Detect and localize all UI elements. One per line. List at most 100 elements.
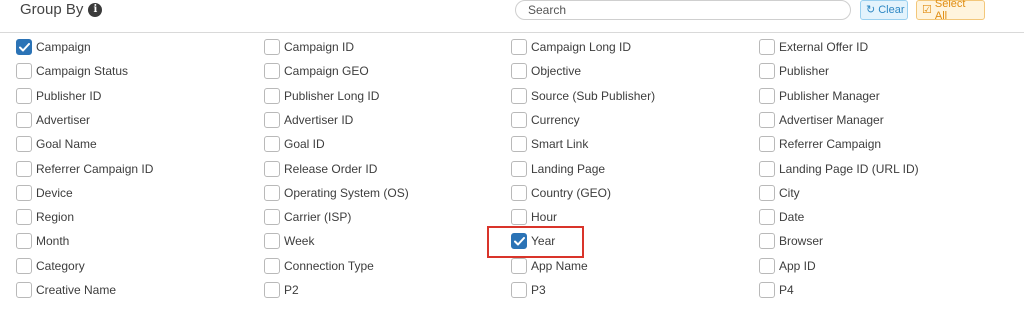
option-checkbox[interactable] (511, 184, 527, 201)
option-checkbox[interactable] (511, 111, 527, 128)
select-all-button[interactable]: ☑ Select All (916, 0, 985, 22)
option-checkbox[interactable] (264, 111, 280, 128)
group-by-option[interactable]: City (759, 183, 800, 203)
option-checkbox[interactable] (264, 63, 280, 80)
option-checkbox[interactable] (511, 160, 527, 177)
option-checkbox[interactable] (264, 136, 280, 153)
group-by-option[interactable]: Month (16, 231, 69, 251)
group-by-option[interactable]: Currency (511, 110, 580, 130)
group-by-option[interactable]: Goal ID (264, 134, 325, 154)
group-by-option[interactable]: Week (264, 231, 314, 251)
group-by-option[interactable]: Source (Sub Publisher) (511, 86, 655, 106)
group-by-option[interactable]: Landing Page (511, 159, 605, 179)
option-checkbox[interactable] (511, 87, 527, 104)
option-label: Publisher (779, 64, 830, 79)
option-label: Currency (531, 112, 580, 127)
group-by-option[interactable]: Creative Name (16, 280, 116, 300)
group-by-option[interactable]: Advertiser Manager (759, 110, 884, 130)
option-checkbox[interactable] (264, 282, 280, 298)
clear-button[interactable]: ↻ Clear (860, 0, 908, 20)
option-checkbox[interactable] (264, 87, 280, 104)
option-checkbox[interactable] (511, 39, 527, 55)
option-checkbox[interactable] (511, 136, 527, 153)
option-checkbox[interactable] (759, 184, 775, 201)
group-by-option[interactable]: Smart Link (511, 134, 588, 154)
group-by-option[interactable]: Publisher ID (16, 86, 101, 106)
option-checkbox[interactable] (759, 160, 775, 177)
option-checkbox[interactable] (264, 160, 280, 177)
group-by-option[interactable]: Browser (759, 231, 823, 251)
option-checkbox[interactable] (264, 233, 280, 250)
group-by-option[interactable]: Year (511, 231, 555, 251)
group-by-option[interactable]: Release Order ID (264, 159, 377, 179)
option-label: Hour (531, 210, 558, 225)
option-checkbox[interactable] (16, 257, 32, 274)
option-checkbox[interactable] (16, 111, 32, 128)
option-checkbox[interactable] (16, 282, 32, 298)
info-icon[interactable]: i (88, 2, 103, 17)
group-by-option[interactable]: Campaign Long ID (511, 37, 631, 57)
group-by-option[interactable]: Objective (511, 61, 581, 81)
option-checkbox[interactable] (264, 39, 280, 55)
option-checkbox[interactable] (16, 233, 32, 250)
option-label: Month (36, 234, 70, 249)
group-by-option[interactable]: P3 (511, 280, 546, 300)
option-label: Referrer Campaign ID (36, 161, 154, 176)
option-checkbox[interactable] (759, 233, 775, 250)
option-checkbox[interactable] (511, 257, 527, 274)
option-checkbox[interactable] (16, 160, 32, 177)
group-by-option[interactable]: P4 (759, 280, 794, 300)
option-checkbox[interactable] (511, 233, 527, 250)
option-checkbox[interactable] (16, 63, 32, 80)
option-checkbox[interactable] (264, 184, 280, 201)
group-by-option[interactable]: Referrer Campaign ID (16, 159, 153, 179)
option-checkbox[interactable] (759, 111, 775, 128)
option-checkbox[interactable] (16, 209, 32, 226)
group-by-option[interactable]: Country (GEO) (511, 183, 611, 203)
option-checkbox[interactable] (264, 209, 280, 226)
option-checkbox[interactable] (511, 209, 527, 226)
group-by-option[interactable]: Device (16, 183, 73, 203)
group-by-option[interactable]: Advertiser (16, 110, 90, 130)
group-by-option[interactable]: Region (16, 207, 74, 227)
option-checkbox[interactable] (16, 184, 32, 201)
group-by-option[interactable]: External Offer ID (759, 37, 868, 57)
option-checkbox[interactable] (264, 257, 280, 274)
option-checkbox[interactable] (16, 39, 32, 55)
group-by-option[interactable]: Category (16, 256, 85, 276)
group-by-option[interactable]: Date (759, 207, 804, 227)
option-label: Source (Sub Publisher) (531, 88, 656, 103)
option-checkbox[interactable] (511, 63, 527, 80)
group-by-option[interactable]: Campaign ID (264, 37, 354, 57)
group-by-option[interactable]: Referrer Campaign (759, 134, 881, 154)
option-checkbox[interactable] (759, 39, 775, 55)
group-by-option[interactable]: P2 (264, 280, 299, 300)
option-label: City (779, 185, 800, 200)
option-checkbox[interactable] (759, 282, 775, 298)
option-checkbox[interactable] (759, 257, 775, 274)
option-checkbox[interactable] (759, 209, 775, 226)
group-by-option[interactable]: Campaign (16, 37, 91, 57)
group-by-option[interactable]: Hour (511, 207, 557, 227)
option-checkbox[interactable] (759, 87, 775, 104)
group-by-option[interactable]: Goal Name (16, 134, 97, 154)
search-input[interactable] (515, 0, 851, 20)
option-checkbox[interactable] (16, 87, 32, 104)
group-by-option[interactable]: Connection Type (264, 256, 374, 276)
group-by-option[interactable]: Publisher Long ID (264, 86, 379, 106)
group-by-option[interactable]: Publisher (759, 61, 829, 81)
group-by-option[interactable]: Carrier (ISP) (264, 207, 351, 227)
option-checkbox[interactable] (759, 136, 775, 153)
option-checkbox[interactable] (759, 63, 775, 80)
option-label: Date (779, 210, 805, 225)
group-by-option[interactable]: Operating System (OS) (264, 183, 409, 203)
group-by-option[interactable]: Campaign Status (16, 61, 128, 81)
group-by-option[interactable]: App Name (511, 256, 588, 276)
group-by-option[interactable]: Landing Page ID (URL ID) (759, 159, 919, 179)
group-by-option[interactable]: App ID (759, 256, 816, 276)
option-checkbox[interactable] (511, 282, 527, 298)
group-by-option[interactable]: Publisher Manager (759, 86, 880, 106)
group-by-option[interactable]: Campaign GEO (264, 61, 369, 81)
group-by-option[interactable]: Advertiser ID (264, 110, 353, 130)
option-checkbox[interactable] (16, 136, 32, 153)
